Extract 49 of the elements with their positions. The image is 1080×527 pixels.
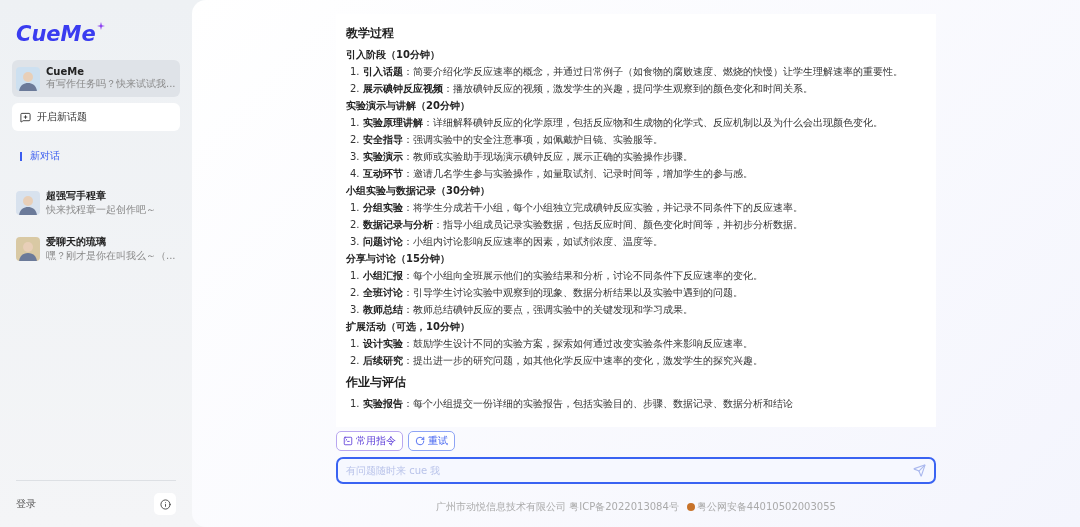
list-item: 2. 安全指导：强调实验中的安全注意事项，如佩戴护目镜、实验服等。 <box>349 133 664 147</box>
list-item: 3. 问题讨论：小组内讨论影响反应速率的因素，如试剂浓度、温度等。 <box>349 235 664 249</box>
assistant-item[interactable]: CueMe 有写作任务吗？快来试试我... <box>12 60 180 97</box>
subsection-heading: 引入阶段（10分钟） <box>346 48 441 62</box>
character-subtitle: 嘿？刚才是你在叫我么～（... <box>46 249 176 263</box>
avatar <box>16 191 40 215</box>
list-item: 4. 互动环节：邀请几名学生参与实验操作，如量取试剂、记录时间等，增加学生的参与感。 <box>349 167 754 181</box>
list-item: 2. 数据记录与分析：指导小组成员记录实验数据，包括反应时间、颜色变化时间等，并初步分析数据。 <box>349 218 804 232</box>
list-item: 1. 设计实验：鼓励学生设计不同的实验方案，探索如何通过改变实验条件来影响反应速率。 <box>349 337 754 351</box>
list-item: 3. 教师总结：教师总结碘钟反应的要点，强调实验中的关键发现和学习成果。 <box>349 303 694 317</box>
list-item: 2. 展示碘钟反应视频：播放碘钟反应的视频，激发学生的兴趣，提问学生观察到的颜色变化和时间关系。 <box>349 82 814 96</box>
retry-button[interactable]: 重试 <box>408 431 455 451</box>
sparkle-icon <box>96 22 105 30</box>
new-topic-button[interactable]: 开启新话题 <box>12 103 180 131</box>
subsection-heading: 小组实验与数据记录（30分钟） <box>346 184 491 198</box>
subsection-heading: 分享与讨论（15分钟） <box>346 252 451 266</box>
avatar <box>16 66 40 91</box>
character-item[interactable]: 爱聊天的琉璃 嘿？刚才是你在叫我么～（... <box>12 229 180 269</box>
list-item: 1. 实验报告：每个小组提交一份详细的实验报告，包括实验目的、步骤、数据记录、数据分析和结论 <box>349 397 794 411</box>
character-name: 爱聊天的琉璃 <box>46 235 107 249</box>
avatar <box>16 237 40 261</box>
list-item: 1. 分组实验：将学生分成若干小组，每个小组独立完成碘钟反应实验，并记录不同条件下的反应速率。 <box>349 201 804 215</box>
section-heading: 教学过程 <box>346 25 395 42</box>
subsection-heading: 实验演示与讲解（20分钟） <box>346 99 471 113</box>
list-item: 1. 实验原理讲解：详细解释碘钟反应的化学原理，包括反应物和生成物的化学式、反应机制以及为什么会出现颜色变化。 <box>349 116 884 130</box>
subsection-heading: 扩展活动（可选，10分钟） <box>346 320 471 334</box>
list-item: 2. 后续研究：提出进一步的研究问题，如其他化学反应中速率的变化，激发学生的探究兴趣。 <box>349 354 764 368</box>
conversation-item[interactable]: 新对话 <box>12 145 180 167</box>
list-item: 2. 全班讨论：引导学生讨论实验中观察到的现象、数据分析结果以及实验中遇到的问题。 <box>349 286 744 300</box>
commands-button[interactable]: 常用指令 <box>336 431 403 451</box>
info-button[interactable] <box>154 493 176 515</box>
section-heading: 作业与评估 <box>346 374 407 391</box>
icp-text: 广州市动悦信息技术有限公司 粤ICP备2022013084号 <box>436 500 679 514</box>
character-item[interactable]: 超强写手程章 快来找程章一起创作吧～ <box>12 183 180 223</box>
character-subtitle: 快来找程章一起创作吧～ <box>46 203 156 217</box>
badge-icon <box>686 503 695 511</box>
info-icon <box>159 498 171 510</box>
logo: CueMe <box>12 22 180 46</box>
new-chat-icon <box>20 111 31 123</box>
login-link[interactable]: 登录 <box>16 497 36 511</box>
list-item: 3. 实验演示：教师或实验助手现场演示碘钟反应，展示正确的实验操作步骤。 <box>349 150 694 164</box>
assistant-subtitle: 有写作任务吗？快来试试我... <box>46 77 176 91</box>
character-name: 超强写手程章 <box>46 189 107 203</box>
refresh-icon <box>415 436 425 446</box>
police-record-text: 粤公网安备44010502003055 <box>696 500 836 514</box>
assistant-name: CueMe <box>46 66 85 77</box>
list-item: 1. 小组汇报：每个小组向全班展示他们的实验结果和分析，讨论不同条件下反应速率的变化。 <box>349 269 764 283</box>
terminal-icon <box>343 436 353 446</box>
list-item: 1. 引入话题：简要介绍化学反应速率的概念，并通过日常例子（如食物的腐败速度、燃烧的快慢）让学生理解速率的重要性。 <box>349 65 904 79</box>
